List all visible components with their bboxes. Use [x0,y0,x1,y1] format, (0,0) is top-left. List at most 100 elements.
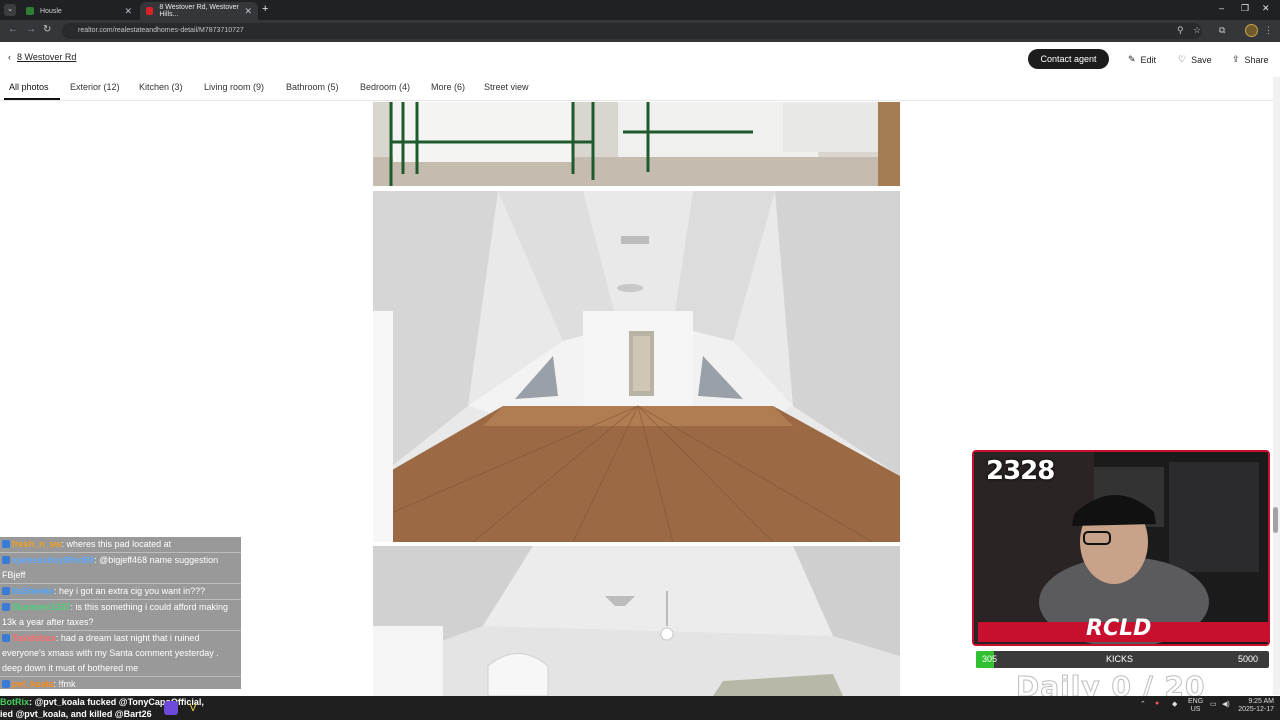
forward-icon[interactable]: → [26,24,36,35]
save-button[interactable]: ♡ Save [1178,54,1212,65]
back-to-listing-link[interactable]: ‹ 8 Westover Rd [8,52,76,62]
listing-header: ‹ 8 Westover Rd Contact agent ✎ Edit ♡ S… [0,44,1280,74]
tab-title: 8 Westover Rd, Westover Hills... [159,4,239,18]
browser-tab-strip: ⌄ Housle ✕ 8 Westover Rd, Westover Hills… [0,0,1280,20]
discord-app-icon[interactable] [164,701,178,715]
close-tab-icon[interactable]: ✕ [244,6,252,17]
browser-tab-housle[interactable]: Housle ✕ [20,2,138,20]
minimize-icon[interactable]: – [1219,3,1224,13]
tab-exterior[interactable]: Exterior (12) [70,82,120,92]
chat-username: Slummer1337 [12,602,71,612]
url-text: realtor.com/realestateandhomes-detail/M7… [78,27,244,34]
browser-menu-icon[interactable]: ⋮ [1264,25,1273,36]
kicks-current: 305 [982,654,998,664]
tab-kitchen[interactable]: Kitchen (3) [139,82,183,92]
clock[interactable]: 9:25 AM 2025-12-17 [1238,698,1274,714]
chat-username: ItsSheeks [12,586,55,596]
viewer-count: 2328 [986,456,1055,486]
listing-photo-bedroom[interactable] [373,102,900,186]
chat-text: : hey i got an extra cig you want in??? [54,586,206,596]
chat-badge-icon [2,603,10,611]
chat-badge-icon [2,587,10,595]
region-code: US [1190,706,1201,713]
valorant-app-icon[interactable]: V [186,701,200,715]
heart-icon: ♡ [1178,54,1187,64]
profile-avatar[interactable] [1245,24,1258,37]
chat-username: fresh_n_sw [12,539,62,549]
windows-taskbar: BotRix: @pvt_koala fucked @TonyCapoOffic… [0,696,1280,720]
chevron-left-icon: ‹ [8,52,11,62]
ticker-line-2: ied @pvt_koala, and killed @Bart26 [0,709,152,719]
network-icon[interactable]: ▭ [1210,700,1217,708]
chat-username: Taxidebux [12,633,56,643]
share-label: Share [1244,54,1269,65]
browser-toolbar: ← → ↻ realtor.com/realestateandhomes-det… [0,20,1280,42]
clock-time: 9:25 AM [1248,698,1274,705]
chat-badge-icon [2,680,10,688]
back-icon[interactable]: ← [8,24,18,35]
new-tab-button[interactable]: + [262,3,268,15]
stream-logo-banner: RCLD [978,616,1268,642]
page-scrollbar[interactable] [1273,77,1280,695]
stream-chat-overlay: fresh_n_sw: wheres this pad located at x… [0,537,241,689]
close-window-icon[interactable]: ✕ [1262,3,1270,14]
tab-street-view[interactable]: Street view [484,82,529,92]
kicks-goal: 5000 [1238,654,1259,664]
close-tab-icon[interactable]: ✕ [124,6,132,17]
chat-text: : wheres this pad located at [61,539,172,549]
save-label: Save [1191,54,1212,65]
webcam-overlay: 2328 RCLD [972,450,1270,646]
share-icon: ⇪ [1232,54,1240,64]
housle-favicon-icon [26,7,34,15]
pencil-icon: ✎ [1128,54,1136,64]
tab-title: Housle [40,7,62,15]
tray-app-icon[interactable]: ● [1155,700,1159,707]
bot-ticker: BotRix: @pvt_koala fucked @TonyCapoOffic… [0,696,215,720]
ticker-bot-name: BotRix [0,697,29,707]
listing-address: 8 Westover Rd [17,52,77,62]
chat-badge-icon [2,556,10,564]
tab-living-room[interactable]: Living room (9) [204,82,264,92]
bookmark-star-icon[interactable]: ☆ [1193,25,1201,36]
language-code: ENG [1188,698,1204,705]
tab-search-button[interactable]: ⌄ [4,4,16,16]
chat-message: xjamesxboy69xd69: @bigjeff468 name sugge… [0,553,241,584]
photo-category-tabs: All photos Exterior (12) Kitchen (3) Liv… [0,76,1280,101]
chat-message: pvt_koala: !fmk [0,677,241,689]
stream-logo-text: RCLD [1086,616,1152,641]
edit-button[interactable]: ✎ Edit [1128,54,1156,65]
tab-more[interactable]: More (6) [431,82,465,92]
clock-date: 2025-12-17 [1238,706,1274,713]
chat-message: Slummer1337: is this something i could a… [0,600,241,631]
chat-username: xjamesxboy69xd69 [12,555,95,565]
chat-message: Taxidebux: had a dream last night that i… [0,631,241,677]
tray-app-icon[interactable]: ◆ [1172,700,1177,708]
browser-tab-realtor[interactable]: 8 Westover Rd, Westover Hills... ✕ [140,2,258,20]
extensions-icon[interactable]: ⧉ [1219,25,1225,36]
listing-photo-attic-room[interactable] [373,191,900,542]
realtor-favicon-icon [146,7,154,15]
tab-bedroom[interactable]: Bedroom (4) [360,82,410,92]
address-bar[interactable]: realtor.com/realestateandhomes-detail/M7… [62,23,1202,39]
contact-agent-button[interactable]: Contact agent [1028,49,1109,69]
chat-text: : !fmk [53,679,76,689]
chat-badge-icon [2,540,10,548]
tab-all-photos[interactable]: All photos [9,82,49,92]
reload-icon[interactable]: ↻ [43,24,51,35]
edit-label: Edit [1140,54,1157,65]
chat-badge-icon [2,634,10,642]
tab-bathroom[interactable]: Bathroom (5) [286,82,339,92]
chat-message: fresh_n_sw: wheres this pad located at [0,537,241,553]
listing-photo-room[interactable] [373,546,900,696]
share-button[interactable]: ⇪ Share [1232,54,1269,65]
scrollbar-thumb[interactable] [1273,507,1278,533]
zoom-icon[interactable]: ⚲ [1177,25,1184,36]
kicks-goal-bar: 305 KICKS 5000 [976,651,1269,668]
tray-overflow-icon[interactable]: ⌃ [1140,700,1146,708]
language-indicator[interactable]: ENG US [1188,698,1203,714]
restore-icon[interactable]: ❐ [1241,3,1249,14]
active-tab-indicator [4,98,60,100]
chat-message: ItsSheeks: hey i got an extra cig you wa… [0,584,241,600]
volume-icon[interactable]: ◀) [1222,700,1230,708]
chat-username: pvt_koala [12,679,54,689]
